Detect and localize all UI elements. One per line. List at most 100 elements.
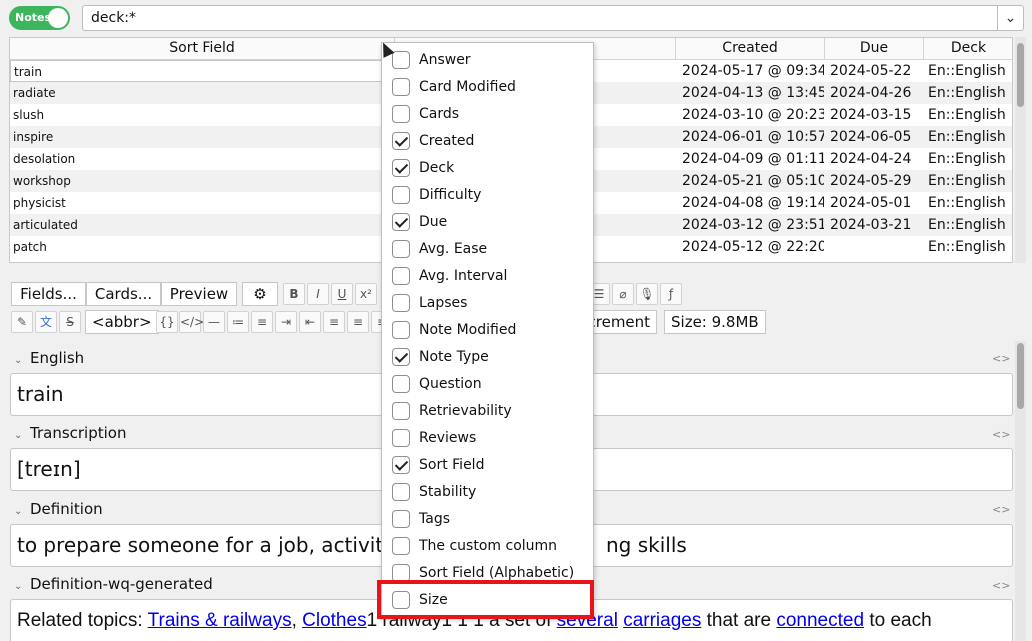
html-toggle-icon[interactable]: <> (992, 352, 1010, 365)
cards-button[interactable]: Cards... (86, 282, 161, 306)
horizontal-rule-icon[interactable]: — (203, 311, 225, 333)
menu-item-avg-interval[interactable]: Avg. Interval (382, 262, 593, 289)
html-toggle-icon[interactable]: <> (992, 428, 1010, 441)
menu-item-note-modified[interactable]: Note Modified (382, 316, 593, 343)
menu-item-cards[interactable]: Cards (382, 100, 593, 127)
menu-item-label: Avg. Interval (419, 268, 508, 284)
toggle-label: Notes (15, 11, 52, 24)
menu-item-deck[interactable]: Deck (382, 154, 593, 181)
checkbox[interactable] (392, 105, 410, 123)
checkbox[interactable] (392, 483, 410, 501)
bold-icon[interactable]: B (283, 283, 305, 305)
related-topics-prefix: Related topics: (17, 610, 148, 631)
menu-item-sort-field[interactable]: Sort Field (382, 451, 593, 478)
link-connected[interactable]: connected (776, 610, 864, 631)
translate-icon[interactable]: 文 (35, 311, 57, 333)
menu-item-retrievability[interactable]: Retrievability (382, 397, 593, 424)
editor-scrollbar[interactable] (1015, 341, 1026, 641)
menu-item-answer[interactable]: Answer (382, 46, 593, 73)
menu-item-tags[interactable]: Tags (382, 505, 593, 532)
align-center-icon[interactable]: ≡ (323, 311, 345, 333)
scrollbar-thumb[interactable] (1017, 343, 1024, 409)
field-header-transcription[interactable]: ⌄ Transcription (14, 424, 126, 444)
link-clothes[interactable]: Clothes (302, 610, 366, 631)
checkbox[interactable] (392, 78, 410, 96)
outdent-icon[interactable]: ⇤ (299, 311, 321, 333)
notes-cards-toggle[interactable]: Notes (9, 6, 70, 30)
chevron-down-icon[interactable]: ⌄ (14, 355, 30, 366)
checkbox[interactable] (392, 321, 410, 339)
link-trains-railways[interactable]: Trains & railways (148, 610, 292, 631)
menu-item-note-type[interactable]: Note Type (382, 343, 593, 370)
formula-icon[interactable]: ƒ (660, 283, 682, 305)
checkbox[interactable] (392, 429, 410, 447)
gear-icon[interactable]: ⚙ (242, 282, 278, 306)
strikethrough-icon[interactable]: S (59, 311, 81, 333)
chevron-down-icon[interactable]: ⌄ (14, 506, 30, 517)
superscript-icon[interactable]: x² (355, 283, 377, 305)
cell-deck: En::English (928, 239, 1006, 255)
menu-item-due[interactable]: Due (382, 208, 593, 235)
checkbox[interactable] (392, 537, 410, 555)
size-badge: Size: 9.8MB (664, 310, 766, 334)
scrollbar-thumb[interactable] (1017, 43, 1024, 107)
checkbox[interactable] (392, 402, 410, 420)
checkbox[interactable] (392, 132, 410, 150)
column-header-sort-field[interactable]: Sort Field (10, 38, 395, 60)
field-header-definition-wq-generated[interactable]: ⌄ Definition-wq-generated (14, 575, 213, 595)
checkbox[interactable] (392, 348, 410, 366)
abbr-button[interactable]: <abbr> (85, 310, 159, 334)
checkbox[interactable] (392, 186, 410, 204)
menu-item-stability[interactable]: Stability (382, 478, 593, 505)
checkbox[interactable] (392, 267, 410, 285)
numbered-list-icon[interactable]: ≡ (251, 311, 273, 333)
html-toggle-icon[interactable]: <> (992, 503, 1010, 516)
checkbox[interactable] (392, 294, 410, 312)
checkbox[interactable] (392, 159, 410, 177)
highlighter-icon[interactable]: ✎ (11, 311, 33, 333)
menu-item-label: Due (419, 214, 448, 230)
menu-item-card-modified[interactable]: Card Modified (382, 73, 593, 100)
chevron-down-icon[interactable]: ⌄ (997, 6, 1023, 30)
column-header-due[interactable]: Due (825, 38, 924, 60)
field-header-english[interactable]: ⌄ English (14, 349, 84, 369)
align-left-icon[interactable]: ≡ (347, 311, 369, 333)
menu-item-difficulty[interactable]: Difficulty (382, 181, 593, 208)
chevron-down-icon[interactable]: ⌄ (14, 430, 30, 441)
search-input[interactable]: deck:* ⌄ (82, 5, 1024, 31)
cell-due: 2024-04-26 (830, 85, 912, 101)
cell-created: 2024-03-10 @ 20:23 (682, 107, 824, 123)
checkbox[interactable] (392, 456, 410, 474)
menu-item-question[interactable]: Question (382, 370, 593, 397)
table-scrollbar[interactable] (1015, 37, 1026, 263)
menu-item-label: Lapses (419, 295, 468, 311)
code-icon[interactable]: </> (179, 311, 204, 333)
italic-icon[interactable]: I (307, 283, 329, 305)
fields-button[interactable]: Fields... (11, 282, 86, 306)
microphone-icon[interactable]: 🎙 (636, 283, 658, 305)
underline-icon[interactable]: U (331, 283, 353, 305)
menu-item-lapses[interactable]: Lapses (382, 289, 593, 316)
indent-icon[interactable]: ⇥ (275, 311, 297, 333)
attachment-icon[interactable]: ⌀ (612, 283, 634, 305)
menu-item-created[interactable]: Created (382, 127, 593, 154)
field-header-definition[interactable]: ⌄ Definition (14, 500, 103, 520)
checkbox[interactable] (392, 240, 410, 258)
html-toggle-icon[interactable]: <> (992, 579, 1010, 592)
preview-button[interactable]: Preview (161, 282, 237, 306)
column-header-deck[interactable]: Deck (924, 38, 1012, 60)
menu-item-avg-ease[interactable]: Avg. Ease (382, 235, 593, 262)
checkbox[interactable] (392, 510, 410, 528)
menu-item-the-custom-column[interactable]: The custom column (382, 532, 593, 559)
menu-item-reviews[interactable]: Reviews (382, 424, 593, 451)
checkbox[interactable] (392, 213, 410, 231)
link-carriages[interactable]: carriages (623, 610, 701, 631)
column-header-created[interactable]: Created (676, 38, 825, 60)
menu-item-label: Sort Field (419, 457, 485, 473)
checkbox[interactable] (392, 51, 410, 69)
cell-due: 2024-03-15 (830, 107, 912, 123)
checkbox[interactable] (392, 375, 410, 393)
chevron-down-icon[interactable]: ⌄ (14, 581, 30, 592)
bullet-list-icon[interactable]: ≔ (227, 311, 249, 333)
braces-icon[interactable]: {} (156, 311, 178, 333)
